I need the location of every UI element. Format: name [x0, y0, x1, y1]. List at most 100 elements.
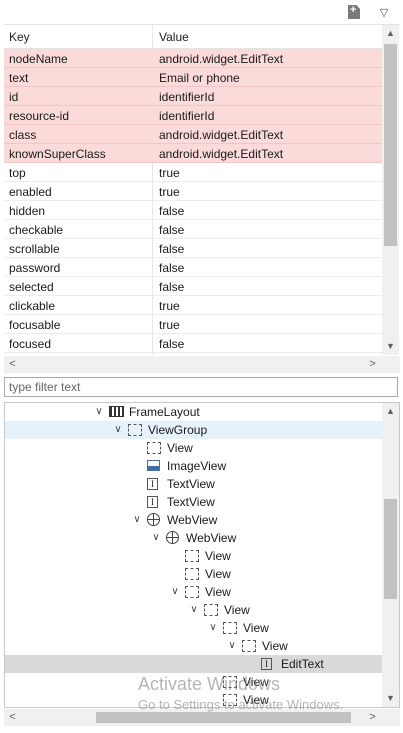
tree-node[interactable]: ImageView: [5, 457, 382, 475]
tree-node[interactable]: I TextView: [5, 475, 382, 493]
text-icon: I: [147, 496, 158, 508]
property-key: resource-id: [9, 109, 70, 123]
text-icon: I: [147, 478, 158, 490]
scroll-right-arrow-icon[interactable]: >: [364, 356, 381, 373]
tree-node-label: WebView: [167, 513, 218, 527]
expand-chevron-icon[interactable]: ∨: [131, 513, 143, 527]
tree-node[interactable]: ∨ ViewGroup: [5, 421, 382, 439]
tree-node-label: View: [205, 585, 231, 599]
tree-node[interactable]: ∨ View: [5, 601, 382, 619]
scroll-left-arrow-icon[interactable]: <: [4, 709, 21, 726]
tree-node-label: View: [243, 621, 269, 635]
tree-node[interactable]: View: [5, 439, 382, 457]
scroll-right-arrow-icon[interactable]: >: [364, 709, 381, 726]
expand-chevron-icon[interactable]: ∨: [112, 423, 124, 437]
property-value: false: [159, 337, 185, 351]
view-icon: [223, 694, 237, 706]
property-value: Email or phone: [159, 71, 240, 85]
view-icon: [223, 676, 237, 688]
view-icon: [147, 442, 161, 454]
tree-node-label: EditText: [281, 657, 324, 671]
tree-node-label: View: [243, 675, 269, 689]
property-value: false: [159, 242, 185, 256]
properties-vertical-scrollbar[interactable]: ▲ ▼: [382, 25, 399, 355]
view-icon: [185, 568, 199, 580]
scroll-up-arrow-icon[interactable]: ▲: [382, 403, 399, 420]
tree-node[interactable]: View: [5, 565, 382, 583]
property-key: id: [9, 90, 19, 104]
tree-node[interactable]: View: [5, 547, 382, 565]
property-key: clickable: [9, 299, 56, 313]
tree-node[interactable]: View: [5, 673, 382, 691]
scroll-left-arrow-icon[interactable]: <: [4, 356, 21, 373]
property-value: true: [159, 166, 180, 180]
expand-chevron-icon[interactable]: ∨: [207, 621, 219, 635]
property-value: identifierId: [159, 109, 215, 123]
tree-node[interactable]: View: [5, 691, 382, 707]
scroll-down-arrow-icon[interactable]: ▼: [382, 690, 399, 707]
property-value: android.widget.EditText: [159, 52, 284, 66]
expand-chevron-icon[interactable]: ∨: [226, 639, 238, 653]
frame-layout-icon: [109, 406, 124, 417]
expand-chevron-icon[interactable]: ∨: [150, 531, 162, 545]
tree-node[interactable]: ∨ View: [5, 637, 382, 655]
property-value: true: [159, 299, 180, 313]
table-row[interactable]: focusable true: [4, 315, 382, 334]
filter-input[interactable]: [4, 377, 398, 397]
scrollbar-thumb[interactable]: [384, 499, 397, 599]
property-key: scrollable: [9, 242, 60, 256]
scrollbar-thumb[interactable]: [96, 712, 351, 723]
chevron-down-icon[interactable]: ▽: [376, 3, 392, 21]
tree-body: ∨ FrameLayout ∨ ViewGroup View ImageView I Text…: [5, 403, 382, 707]
tree-node-label: WebView: [186, 531, 237, 545]
table-row[interactable]: password false: [4, 258, 382, 277]
table-row[interactable]: hidden false: [4, 201, 382, 220]
table-row[interactable]: text Email or phone: [4, 68, 382, 87]
column-header-key[interactable]: Key: [9, 30, 30, 44]
globe-icon: [147, 513, 160, 526]
tree-node[interactable]: ∨ View: [5, 583, 382, 601]
expand-chevron-icon[interactable]: ∨: [169, 585, 181, 599]
property-key: checkable: [9, 223, 64, 237]
tree-horizontal-scrollbar[interactable]: < >: [4, 709, 400, 726]
expand-chevron-icon[interactable]: ∨: [93, 405, 105, 419]
table-row[interactable]: knownSuperClass android.widget.EditText: [4, 144, 382, 163]
property-value: false: [159, 223, 185, 237]
table-row[interactable]: selected false: [4, 277, 382, 296]
new-file-icon[interactable]: [346, 3, 362, 21]
tree-node[interactable]: ∨ WebView: [5, 511, 382, 529]
tree-vertical-scrollbar[interactable]: ▲ ▼: [382, 403, 399, 707]
table-row[interactable]: scrollable false: [4, 239, 382, 258]
tree-node[interactable]: I TextView: [5, 493, 382, 511]
property-key: text: [9, 71, 29, 85]
view-icon: [223, 622, 237, 634]
toolbar: ▽: [0, 0, 403, 24]
scroll-down-arrow-icon[interactable]: ▼: [382, 338, 399, 355]
view-icon: [204, 604, 218, 616]
view-icon: [185, 550, 199, 562]
scrollbar-thumb[interactable]: [384, 44, 397, 246]
table-row[interactable]: class android.widget.EditText: [4, 125, 382, 144]
table-row[interactable]: checkable false: [4, 220, 382, 239]
tree-node[interactable]: ∨ View: [5, 619, 382, 637]
table-row[interactable]: id identifierId: [4, 87, 382, 106]
table-row[interactable]: enabled true: [4, 182, 382, 201]
scroll-up-arrow-icon[interactable]: ▲: [382, 25, 399, 42]
properties-table: Key Value nodeName android.widget.EditTex…: [4, 24, 400, 355]
properties-table-body: nodeName android.widget.EditText text Email…: [4, 49, 382, 355]
tree-node-label: FrameLayout: [129, 405, 200, 419]
tree-node-label: View: [205, 567, 231, 581]
tree-node[interactable]: I EditText: [5, 655, 382, 673]
expand-chevron-icon[interactable]: ∨: [188, 603, 200, 617]
property-key: knownSuperClass: [9, 147, 106, 161]
table-row[interactable]: nodeName android.widget.EditText: [4, 49, 382, 68]
table-row[interactable]: top true: [4, 163, 382, 182]
property-key: focused: [9, 337, 52, 351]
tree-node[interactable]: ∨ WebView: [5, 529, 382, 547]
table-row[interactable]: focused false: [4, 334, 382, 353]
tree-node[interactable]: ∨ FrameLayout: [5, 403, 382, 421]
table-row[interactable]: resource-id identifierId: [4, 106, 382, 125]
column-header-value[interactable]: Value: [159, 30, 189, 44]
properties-horizontal-scrollbar[interactable]: < >: [4, 356, 400, 373]
table-row[interactable]: clickable true: [4, 296, 382, 315]
